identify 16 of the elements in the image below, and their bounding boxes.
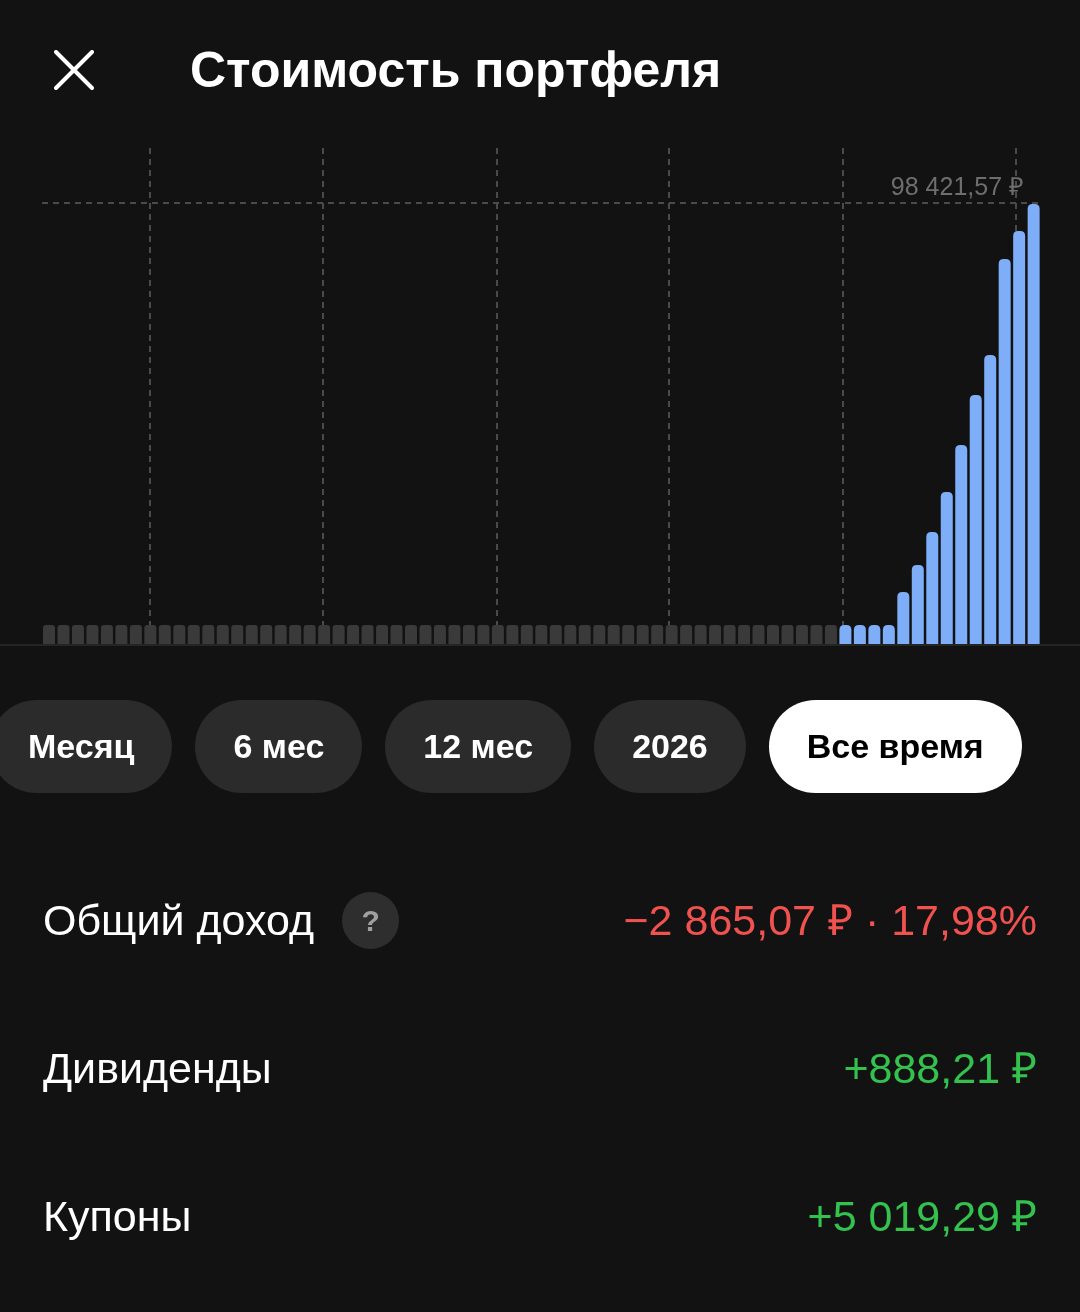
period-tab[interactable]: Все время — [768, 700, 1022, 793]
period-tab[interactable]: Месяц — [0, 700, 173, 793]
period-tab[interactable]: 6 мес — [195, 700, 363, 793]
max-value-label: 98 421,57 ₽ — [890, 171, 1024, 202]
stat-value: +5 019,29 ₽ — [807, 1191, 1037, 1242]
help-button[interactable]: ? — [342, 891, 400, 949]
stat-label: Дивиденды — [43, 1043, 272, 1094]
page-title: Стоимость портфеля — [190, 41, 722, 100]
close-button[interactable] — [53, 49, 95, 91]
period-tab[interactable]: 2026 — [594, 700, 746, 793]
stat-label: Купоны — [43, 1191, 192, 1242]
period-tab[interactable]: 12 мес — [385, 700, 572, 793]
stat-value: +888,21 ₽ — [843, 1043, 1037, 1094]
stat-value: −2 865,07 ₽ · 17,98% — [623, 895, 1037, 946]
stat-label: Общий доход — [43, 895, 315, 946]
close-icon — [54, 50, 94, 90]
